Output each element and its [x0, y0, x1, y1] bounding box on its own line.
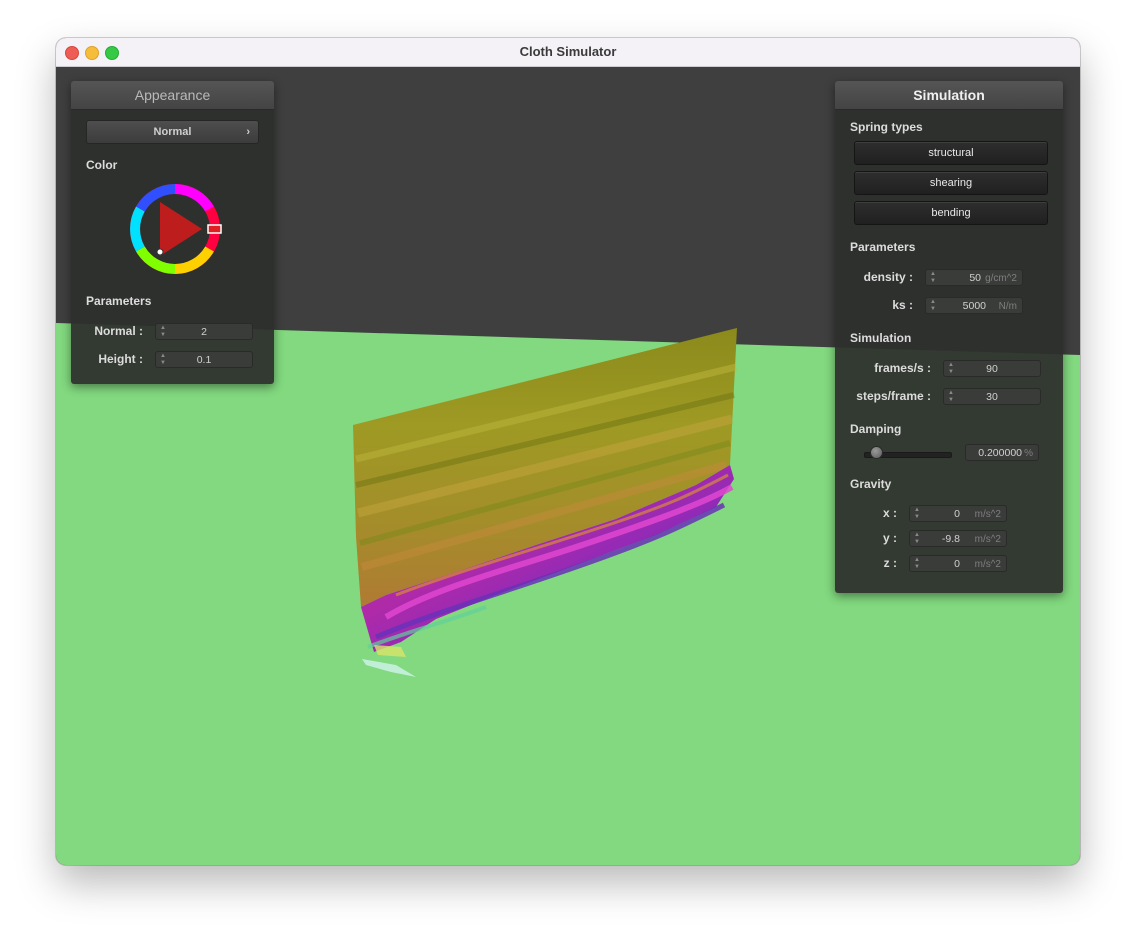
color-picker-handle[interactable]: [156, 248, 164, 256]
gravity-z-unit: m/s^2: [974, 559, 1001, 570]
ks-value: 5000: [962, 300, 986, 312]
ks-unit: N/m: [998, 301, 1017, 312]
gravity-z-label: z :: [883, 556, 897, 570]
sim-parameters-label: Parameters: [850, 240, 916, 254]
spinner-arrows-icon[interactable]: ▲ ▼: [930, 299, 936, 313]
spring-types-label: Spring types: [850, 120, 923, 134]
gravity-y-unit: m/s^2: [974, 534, 1001, 545]
steps-label: steps/frame :: [856, 389, 931, 403]
steps-input[interactable]: ▲ ▼ 30: [943, 388, 1041, 405]
height-label: Height :: [98, 352, 143, 366]
normal-label: Normal :: [94, 324, 143, 338]
color-wheel[interactable]: [128, 182, 224, 278]
gravity-y-value: -9.8: [941, 533, 960, 545]
fps-value: 90: [986, 363, 998, 375]
fps-label: frames/s :: [874, 361, 931, 375]
appearance-parameters-label: Parameters: [86, 294, 152, 308]
damping-unit: %: [1024, 448, 1033, 459]
ks-input[interactable]: ▲ ▼ 5000 N/m: [925, 297, 1023, 314]
gravity-y-label: y :: [882, 531, 897, 545]
gravity-x-value: 0: [954, 508, 960, 520]
chevron-right-icon: ›: [246, 126, 250, 138]
damping-label: Damping: [850, 422, 902, 436]
simulation-section-label: Simulation: [850, 331, 912, 345]
steps-value: 30: [986, 391, 998, 403]
spinner-arrows-icon[interactable]: ▲ ▼: [914, 532, 920, 546]
height-value: 0.1: [196, 354, 212, 366]
gravity-label: Gravity: [850, 477, 892, 491]
fps-input[interactable]: ▲ ▼ 90: [943, 360, 1041, 377]
gravity-z-input[interactable]: ▲ ▼ 0 m/s^2: [909, 555, 1007, 572]
density-input[interactable]: ▲ ▼ 50 g/cm^2: [925, 269, 1023, 286]
shader-dropdown-value: Normal: [153, 126, 192, 138]
gravity-y-input[interactable]: ▲ ▼ -9.8 m/s^2: [909, 530, 1007, 547]
density-value: 50: [969, 272, 981, 284]
spinner-arrows-icon[interactable]: ▲ ▼: [930, 271, 936, 285]
spinner-arrows-icon[interactable]: ▲ ▼: [914, 557, 920, 571]
spinner-arrows-icon[interactable]: ▲ ▼: [914, 507, 920, 521]
ks-label: ks :: [892, 298, 913, 312]
damping-input[interactable]: 0.200000 %: [965, 444, 1039, 461]
normal-value: 2: [201, 326, 207, 338]
appearance-panel-title[interactable]: Appearance: [71, 81, 274, 110]
shearing-toggle-button[interactable]: shearing: [854, 171, 1048, 195]
hue-picker-handle[interactable]: [207, 224, 222, 234]
gravity-x-label: x :: [882, 506, 897, 520]
density-unit: g/cm^2: [985, 273, 1017, 284]
simulation-panel-title[interactable]: Simulation: [835, 81, 1063, 110]
gravity-z-value: 0: [954, 558, 960, 570]
damping-value: 0.200000: [978, 447, 1022, 459]
window-title: Cloth Simulator: [519, 44, 617, 59]
title-bar: Cloth Simulator: [56, 38, 1080, 67]
gravity-x-unit: m/s^2: [974, 509, 1001, 520]
normal-input[interactable]: ▲ ▼ 2: [155, 323, 253, 340]
density-label: density :: [863, 270, 913, 284]
appearance-panel: Appearance Normal › Color Parameters Nor…: [71, 81, 274, 384]
color-label: Color: [86, 158, 118, 172]
height-input[interactable]: ▲ ▼ 0.1: [155, 351, 253, 368]
bending-toggle-button[interactable]: bending: [854, 201, 1048, 225]
simulation-panel: Simulation Spring types structural shear…: [835, 81, 1063, 593]
structural-toggle-button[interactable]: structural: [854, 141, 1048, 165]
damping-slider-handle[interactable]: [869, 446, 883, 459]
shader-dropdown[interactable]: Normal ›: [86, 120, 259, 144]
gravity-x-input[interactable]: ▲ ▼ 0 m/s^2: [909, 505, 1007, 522]
